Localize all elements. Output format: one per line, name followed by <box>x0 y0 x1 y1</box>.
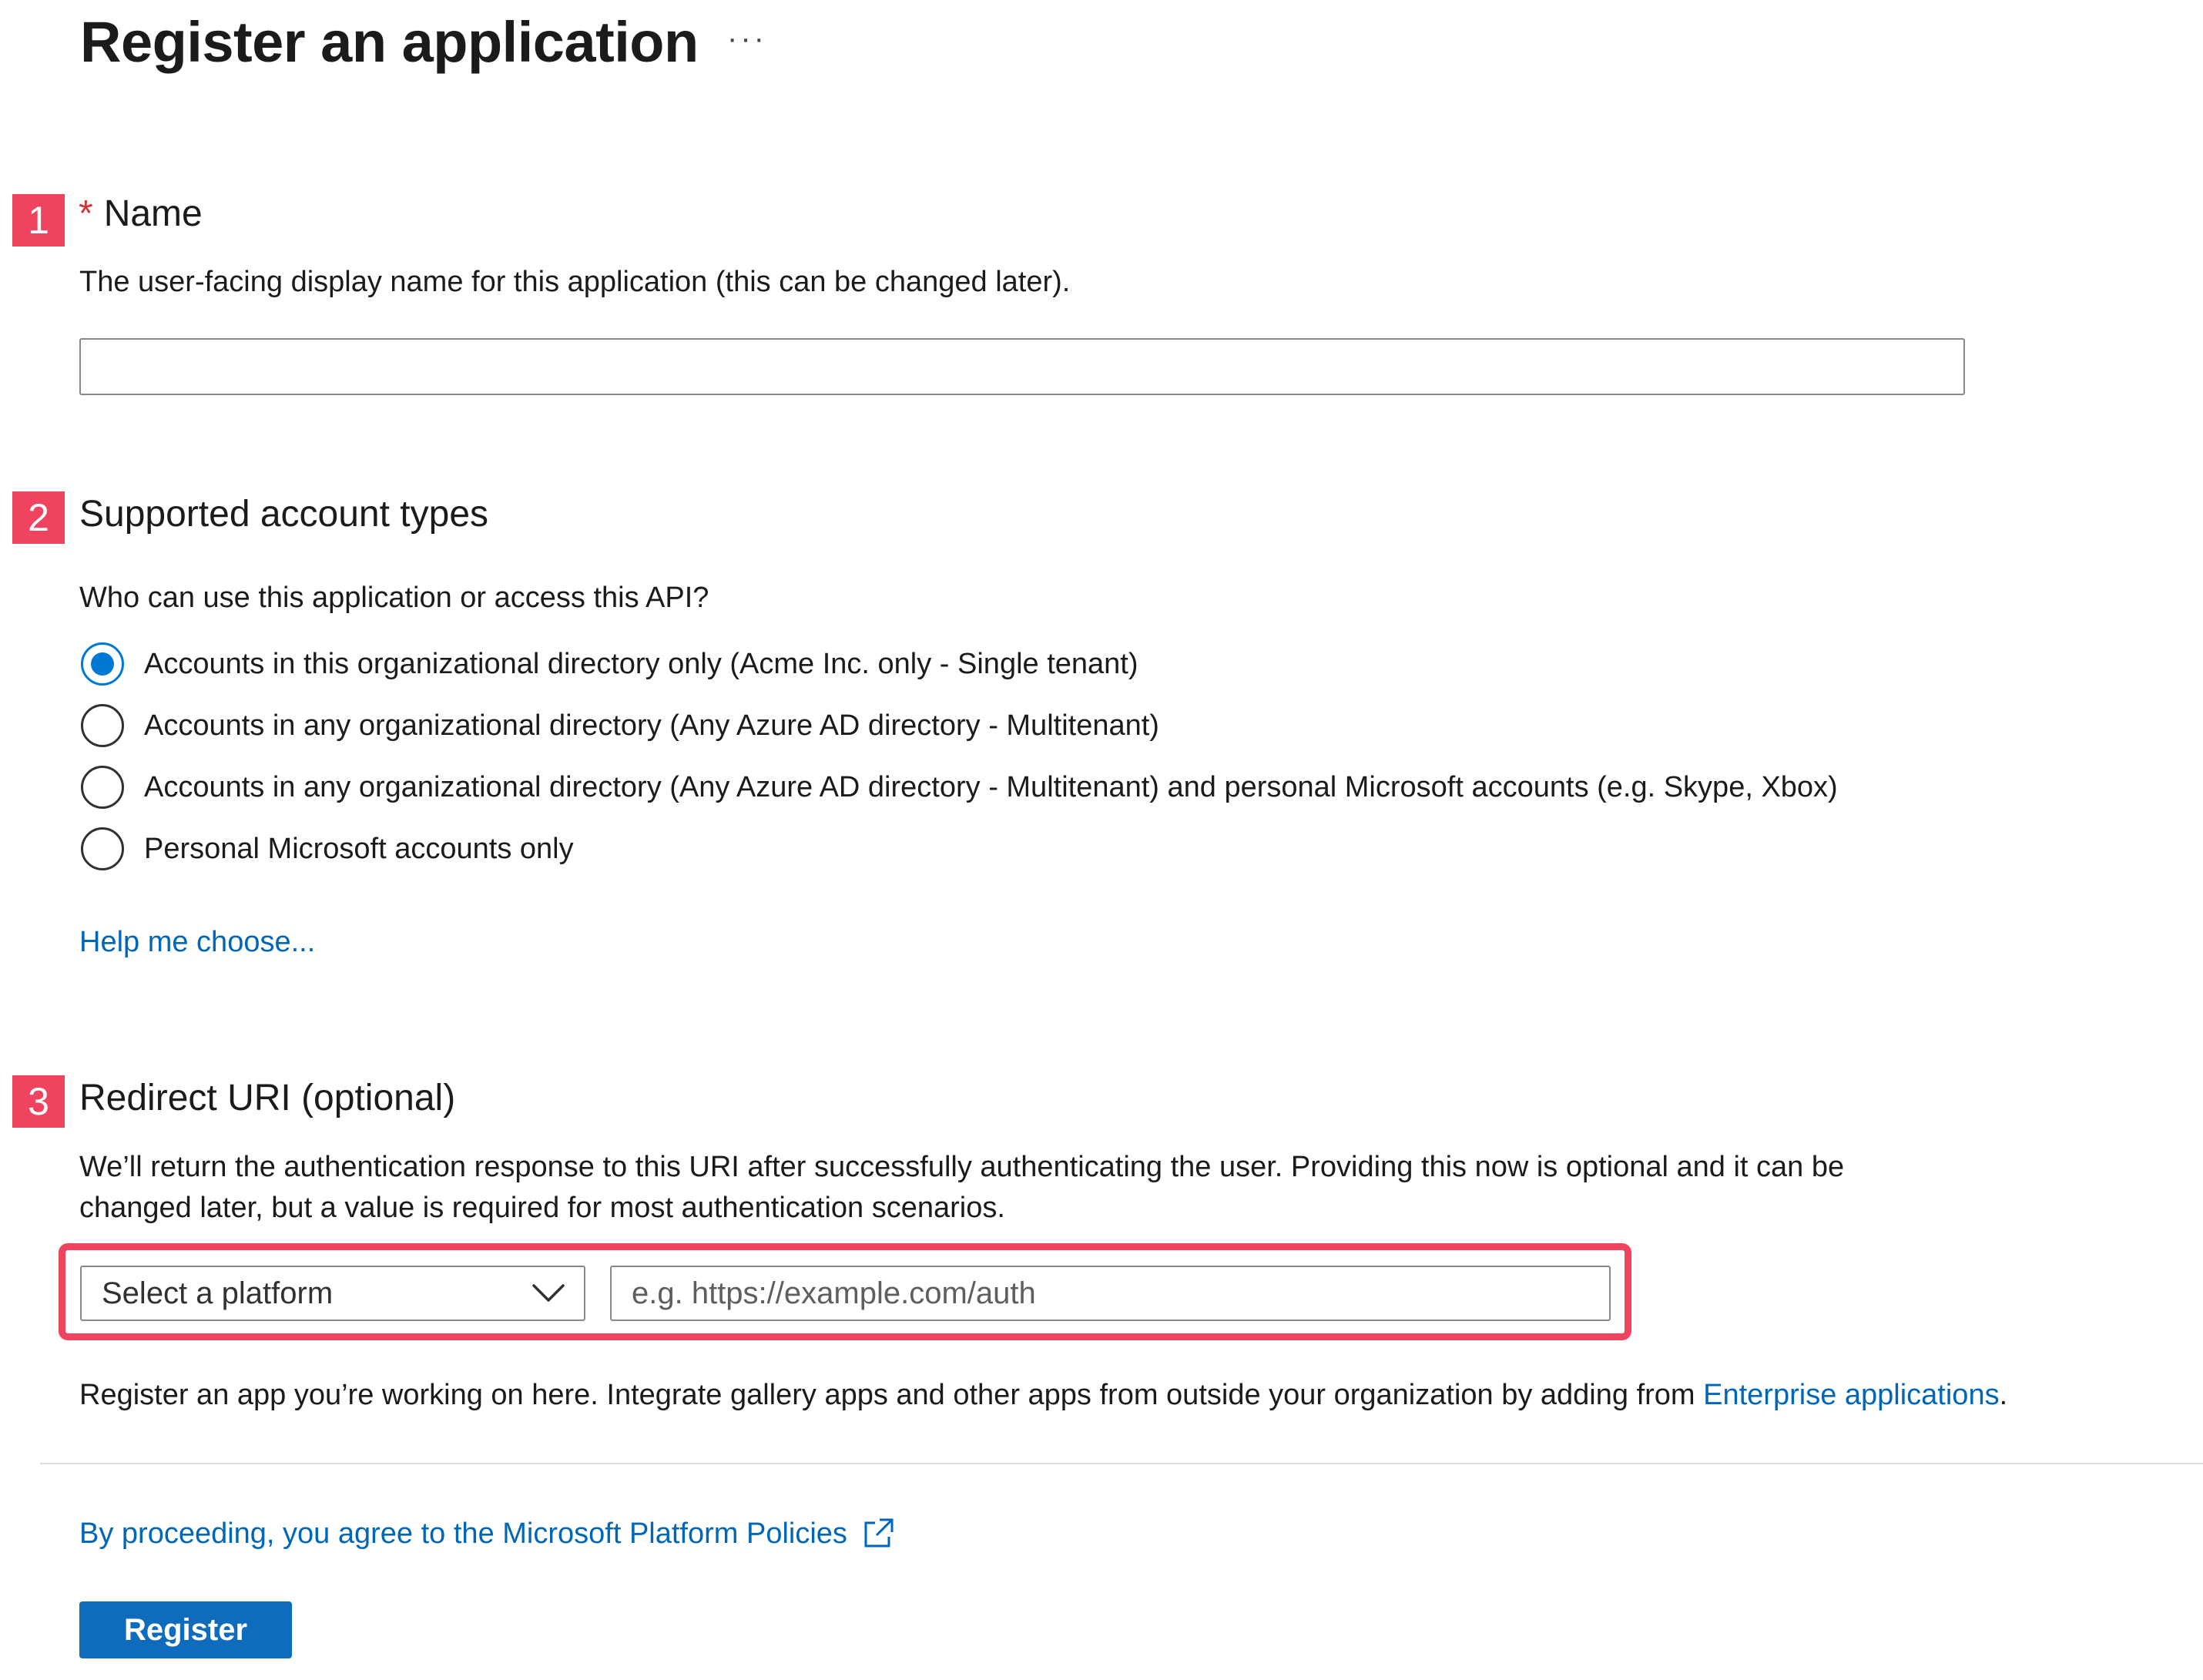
radio-button-selected[interactable] <box>81 642 124 686</box>
info-text: Register an app you’re working on here. … <box>79 1379 1704 1411</box>
radio-label: Personal Microsoft accounts only <box>144 832 574 865</box>
radio-option-multitenant-personal[interactable]: Accounts in any organizational directory… <box>81 763 1838 812</box>
radio-option-single-tenant[interactable]: Accounts in this organizational director… <box>81 639 1838 689</box>
radio-label: Accounts in any organizational directory… <box>144 709 1159 742</box>
platform-select-value: Select a platform <box>102 1276 334 1310</box>
required-marker: * <box>79 193 93 234</box>
radio-option-personal-only[interactable]: Personal Microsoft accounts only <box>81 824 1838 874</box>
radio-button[interactable] <box>81 766 124 809</box>
radio-label: Accounts in any organizational directory… <box>144 770 1838 803</box>
chevron-down-icon <box>532 1284 565 1302</box>
redirect-description-line1: We’ll return the authentication response… <box>79 1151 1845 1183</box>
enterprise-applications-link[interactable]: Enterprise applications <box>1703 1379 1999 1411</box>
enterprise-info-text: Register an app you’re working on here. … <box>79 1379 2007 1412</box>
radio-button[interactable] <box>81 827 124 870</box>
name-section-title: * Name <box>79 193 203 235</box>
radio-option-multitenant[interactable]: Accounts in any organizational directory… <box>81 701 1838 750</box>
info-text-end: . <box>1999 1379 2008 1411</box>
name-description: The user-facing display name for this ap… <box>79 266 1071 298</box>
platform-policies-link[interactable]: By proceeding, you agree to the Microsof… <box>79 1517 895 1551</box>
redirect-description-line2: changed later, but a value is required f… <box>79 1192 1005 1224</box>
step-badge-2: 2 <box>12 491 65 544</box>
step-badge-3: 3 <box>12 1075 65 1128</box>
account-types-question: Who can use this application or access t… <box>79 582 709 614</box>
name-label: Name <box>103 193 203 234</box>
external-link-icon <box>864 1518 894 1548</box>
platform-select[interactable]: Select a platform <box>80 1266 585 1321</box>
account-types-title: Supported account types <box>79 494 489 535</box>
account-type-radio-group: Accounts in this organizational director… <box>81 639 1838 874</box>
help-me-choose-link[interactable]: Help me choose... <box>79 926 315 959</box>
step-badge-1: 1 <box>12 194 65 246</box>
radio-button[interactable] <box>81 704 124 747</box>
radio-label: Accounts in this organizational director… <box>144 647 1138 680</box>
register-button[interactable]: Register <box>79 1601 292 1658</box>
more-options-icon[interactable]: ··· <box>727 22 767 56</box>
policies-link-label: By proceeding, you agree to the Microsof… <box>79 1517 847 1550</box>
name-input[interactable] <box>79 338 1965 395</box>
redirect-uri-title: Redirect URI (optional) <box>79 1078 456 1118</box>
divider <box>40 1463 2203 1464</box>
page-title: Register an application <box>80 10 699 74</box>
redirect-uri-input[interactable] <box>610 1266 1611 1321</box>
